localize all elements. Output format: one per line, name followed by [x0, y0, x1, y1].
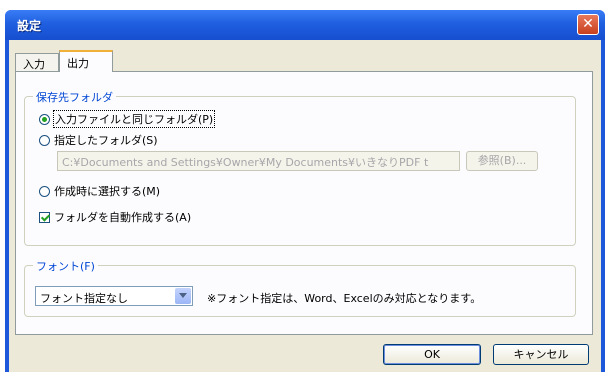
tab-input[interactable]: 入力 [15, 53, 59, 71]
auto-create-folder-label: フォルダを自動作成する(A) [54, 211, 192, 224]
radio-circle[interactable] [39, 113, 50, 125]
output-tab-panel: 保存先フォルダ 入力ファイルと同じフォルダ(P) 指定したフォルダ(S) C:¥… [15, 71, 593, 335]
checkbox-box[interactable] [39, 211, 50, 223]
ok-button[interactable]: OK [383, 344, 481, 365]
close-icon: ✕ [582, 16, 594, 32]
close-button[interactable]: ✕ [577, 14, 599, 35]
radio-specified-folder-label: 指定したフォルダ(S) [54, 134, 158, 147]
chevron-down-icon[interactable] [175, 288, 191, 304]
radio-select-on-create[interactable]: 作成時に選択する(M) [39, 183, 160, 199]
auto-create-folder-checkbox[interactable]: フォルダを自動作成する(A) [39, 209, 191, 225]
radio-same-as-input-label: 入力ファイルと同じフォルダ(P) [52, 110, 216, 128]
radio-circle[interactable] [39, 185, 50, 197]
cancel-button[interactable]: キャンセル [493, 344, 589, 365]
browse-button[interactable]: 参照(B)... [466, 151, 538, 171]
dialog-title: 設定 [17, 19, 42, 33]
radio-select-on-create-label: 作成時に選択する(M) [54, 185, 161, 198]
dialog-client-area: 入力 出力 保存先フォルダ 入力ファイルと同じフォルダ(P) 指定したフォルダ(… [9, 40, 601, 372]
font-select-value: フォント指定なし [40, 292, 128, 305]
title-bar[interactable]: 設定 ✕ [5, 10, 605, 40]
radio-circle[interactable] [39, 134, 50, 146]
folder-path-input[interactable]: C:¥Documents and Settings¥Owner¥My Docum… [57, 151, 460, 171]
tab-output[interactable]: 出力 [59, 50, 113, 72]
font-note: ※フォント指定は、Word、Excelのみ対応となります。 [207, 292, 482, 305]
settings-dialog: 設定 ✕ 入力 出力 保存先フォルダ 入力ファイルと同じフォルダ(P) 指定した… [5, 10, 605, 372]
radio-specified-folder[interactable]: 指定したフォルダ(S) [39, 132, 158, 148]
radio-same-as-input[interactable]: 入力ファイルと同じフォルダ(P) [39, 110, 216, 128]
font-select[interactable]: フォント指定なし [35, 286, 193, 306]
font-legend: フォント(F) [33, 258, 98, 274]
save-folder-group: 保存先フォルダ 入力ファイルと同じフォルダ(P) 指定したフォルダ(S) C:¥… [24, 89, 576, 246]
save-folder-legend: 保存先フォルダ [33, 89, 116, 105]
font-group: フォント(F) フォント指定なし ※フォント指定は、Word、Excelのみ対応… [24, 258, 576, 317]
